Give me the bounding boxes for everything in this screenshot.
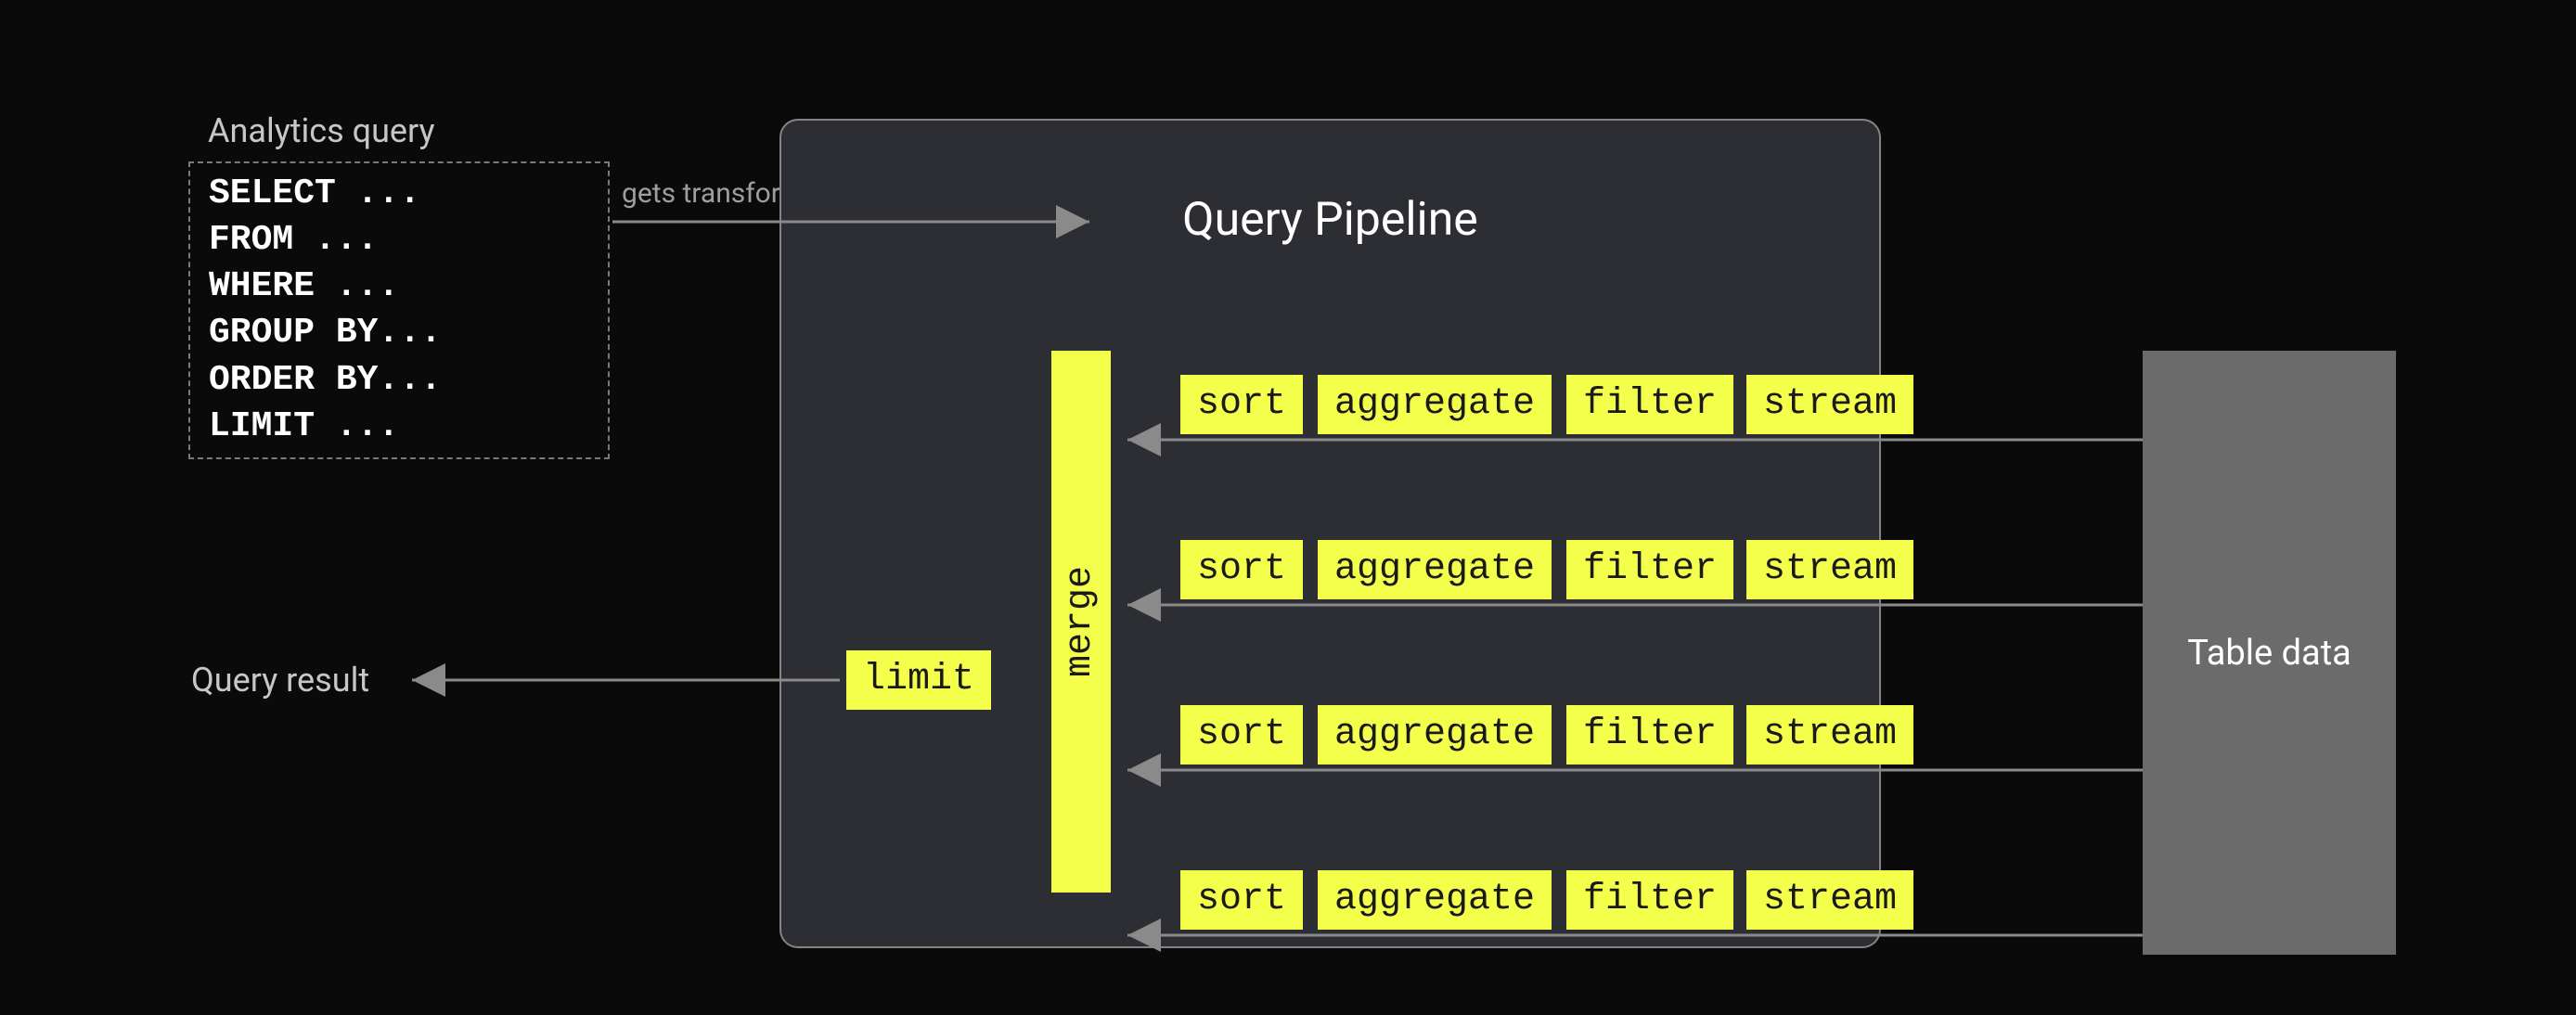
op-aggregate-1: aggregate bbox=[1318, 540, 1552, 599]
analytics-query-code: SELECT ... FROM ... WHERE ... GROUP BY..… bbox=[209, 171, 589, 450]
op-stream-1: stream bbox=[1746, 540, 1913, 599]
op-aggregate-2: aggregate bbox=[1318, 705, 1552, 764]
diagram-stage: Analytics query SELECT ... FROM ... WHER… bbox=[0, 0, 2576, 1015]
op-merge: merge bbox=[1051, 351, 1111, 893]
query-result-label: Query result bbox=[191, 661, 369, 700]
op-sort-2: sort bbox=[1180, 705, 1303, 764]
op-aggregate-0: aggregate bbox=[1318, 375, 1552, 434]
op-filter-1: filter bbox=[1566, 540, 1733, 599]
op-stream-0: stream bbox=[1746, 375, 1913, 434]
op-stream-2: stream bbox=[1746, 705, 1913, 764]
op-sort-3: sort bbox=[1180, 870, 1303, 930]
op-sort-0: sort bbox=[1180, 375, 1303, 434]
op-limit: limit bbox=[846, 650, 991, 710]
op-filter-0: filter bbox=[1566, 375, 1733, 434]
op-stream-3: stream bbox=[1746, 870, 1913, 930]
query-pipeline-title: Query Pipeline bbox=[781, 193, 1879, 247]
table-data-label: Table data bbox=[2187, 633, 2351, 674]
op-filter-3: filter bbox=[1566, 870, 1733, 930]
table-data-block: Table data bbox=[2143, 351, 2396, 955]
op-filter-2: filter bbox=[1566, 705, 1733, 764]
op-aggregate-3: aggregate bbox=[1318, 870, 1552, 930]
op-sort-1: sort bbox=[1180, 540, 1303, 599]
analytics-query-title: Analytics query bbox=[208, 111, 435, 151]
query-pipeline-panel: Query Pipeline bbox=[779, 119, 1881, 948]
analytics-query-box: SELECT ... FROM ... WHERE ... GROUP BY..… bbox=[188, 161, 610, 459]
